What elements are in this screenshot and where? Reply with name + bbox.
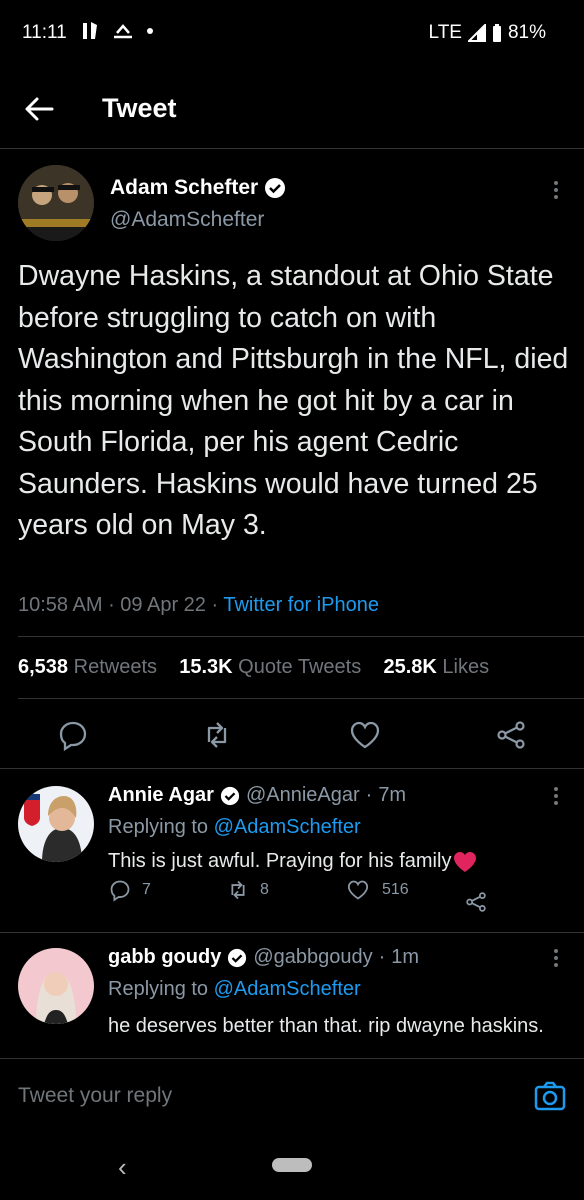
- camera-icon[interactable]: [532, 1078, 568, 1114]
- like-heart-icon: [347, 880, 369, 900]
- notification-icons: [80, 20, 154, 42]
- tweet-meta: 10:58 AM · 09 Apr 22 · Twitter for iPhon…: [18, 594, 379, 617]
- reply-author-name[interactable]: gabb goudy: [108, 946, 221, 969]
- status-right: LTE 81%: [429, 22, 546, 44]
- reply-retweet-button[interactable]: 8: [226, 878, 269, 902]
- divider: [18, 636, 584, 637]
- replying-to-label: Replying to: [108, 978, 209, 1000]
- author-name-text: Adam Schefter: [110, 176, 259, 199]
- reply-compose-input[interactable]: Tweet your reply: [18, 1084, 172, 1108]
- reply-dot: ·: [378, 946, 386, 968]
- retweet-count: 8: [260, 881, 269, 898]
- reply-icon[interactable]: [56, 718, 90, 752]
- tweet-time: 10:58 AM: [18, 594, 103, 616]
- signal-icon: [467, 24, 486, 42]
- back-arrow-icon[interactable]: [22, 92, 56, 126]
- reply-text-row: This is just awful. Praying for his fami…: [108, 850, 477, 873]
- tweet-source-link[interactable]: Twitter for iPhone: [223, 594, 379, 616]
- more-options-icon[interactable]: [546, 786, 566, 806]
- network-label: LTE: [428, 22, 462, 43]
- page-title: Tweet: [102, 93, 177, 123]
- retweets-stat[interactable]: 6,538 Retweets: [18, 656, 157, 678]
- author-name[interactable]: Adam Schefter: [110, 176, 286, 200]
- likes-stat[interactable]: 25.8K Likes: [383, 656, 489, 678]
- dot-icon: [147, 28, 153, 34]
- retweets-label: Retweets: [73, 656, 157, 678]
- notification-app-icon: [83, 22, 97, 39]
- retweet-icon: [231, 880, 245, 900]
- quotes-label: Quote Tweets: [238, 656, 362, 678]
- verified-badge-icon: [228, 948, 247, 967]
- quotes-stat[interactable]: 15.3K Quote Tweets: [179, 656, 361, 678]
- verified-badge-icon: [220, 786, 240, 805]
- reply-author-handle[interactable]: @AnnieAgar: [246, 784, 360, 807]
- meta-dot: ·: [108, 594, 121, 616]
- tweet-actions: [0, 712, 584, 756]
- cloud-upload-icon: [114, 24, 132, 39]
- system-back-icon[interactable]: ‹: [118, 1152, 127, 1183]
- share-icon[interactable]: [464, 890, 488, 914]
- reply-count: 7: [142, 881, 151, 898]
- reply-avatar-annie[interactable]: [18, 786, 94, 862]
- status-bar: 11:11 LTE 81%: [0, 0, 584, 70]
- avatar-image: [18, 165, 94, 241]
- red-heart-emoji-icon: [454, 851, 477, 872]
- like-heart-icon[interactable]: [348, 718, 382, 752]
- reply-age: 7m: [378, 784, 407, 806]
- divider: [0, 932, 584, 933]
- retweet-icon[interactable]: [200, 718, 234, 752]
- tweet-body: Dwayne Haskins, a standout at Ohio State…: [18, 260, 569, 541]
- reply-author-row: gabb goudy @gabbgoudy · 1m: [108, 946, 419, 969]
- reply-reply-button[interactable]: 7: [108, 878, 151, 902]
- like-count: 516: [382, 881, 409, 898]
- verified-badge-icon: [265, 178, 286, 198]
- share-icon[interactable]: [494, 718, 528, 752]
- battery-level: 81%: [507, 22, 546, 43]
- retweets-count: 6,538: [18, 656, 69, 678]
- author-handle[interactable]: @AdamSchefter: [110, 208, 264, 232]
- reply-like-button[interactable]: 516: [346, 878, 409, 902]
- reply-text: he deserves better than that. rip dwayne…: [108, 1015, 544, 1037]
- app-header: Tweet: [0, 70, 584, 149]
- divider: [18, 698, 584, 699]
- likes-label: Likes: [442, 656, 490, 678]
- reply-age: 1m: [391, 946, 420, 968]
- reply-author-handle[interactable]: @gabbgoudy: [253, 946, 372, 969]
- avatar-image: [18, 786, 94, 862]
- home-gesture-pill[interactable]: [272, 1158, 312, 1172]
- quotes-count: 15.3K: [179, 656, 233, 678]
- replying-to-handle[interactable]: @AdamSchefter: [214, 816, 361, 838]
- reply-icon: [110, 880, 130, 902]
- author-avatar[interactable]: [18, 165, 94, 241]
- reply-avatar-gabb[interactable]: [18, 948, 94, 1024]
- battery-icon: [492, 24, 501, 42]
- likes-count: 25.8K: [383, 656, 437, 678]
- avatar-image: [18, 948, 94, 1024]
- status-time: 11:11: [22, 22, 67, 43]
- more-options-icon[interactable]: [546, 948, 566, 968]
- more-options-icon[interactable]: [546, 180, 566, 200]
- reply-text: This is just awful. Praying for his fami…: [108, 850, 452, 872]
- reply-dot: ·: [365, 784, 373, 806]
- replying-to-line: Replying to @AdamSchefter: [108, 978, 361, 1001]
- reply-author-row: Annie Agar @AnnieAgar · 7m: [108, 784, 406, 807]
- meta-dot: ·: [211, 594, 224, 616]
- tweet-date: 09 Apr 22: [120, 594, 206, 616]
- replying-to-label: Replying to: [108, 816, 209, 838]
- tweet-stats: 6,538 Retweets 15.3K Quote Tweets 25.8K …: [18, 656, 489, 679]
- replying-to-handle[interactable]: @AdamSchefter: [214, 978, 361, 1000]
- replying-to-line: Replying to @AdamSchefter: [108, 816, 361, 839]
- divider: [0, 768, 584, 769]
- divider: [0, 1058, 584, 1059]
- reply-author-name[interactable]: Annie Agar: [108, 784, 214, 807]
